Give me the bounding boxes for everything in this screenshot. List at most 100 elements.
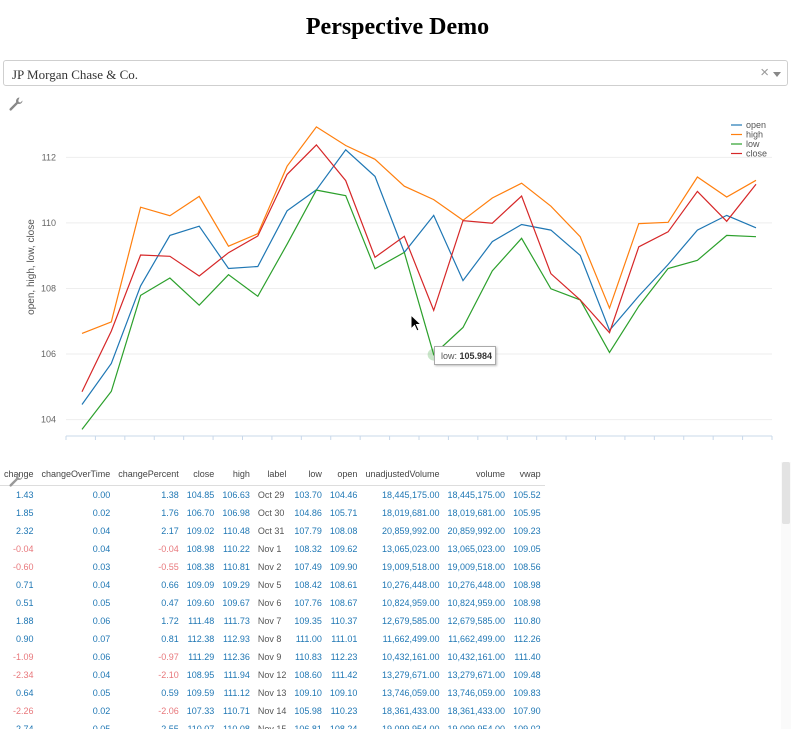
column-header-unadjustedVolume[interactable]: unadjustedVolume: [361, 462, 444, 486]
clear-icon[interactable]: ×: [760, 65, 769, 81]
cell-vwap: 109.23: [513, 526, 541, 536]
cell-open: 108.61: [329, 580, 358, 590]
table-row[interactable]: -1.09 0.06 -0.97 111.29 112.36 Nov 9 110.83 112…: [0, 648, 545, 666]
table-row[interactable]: 0.64 0.05 0.59 109.59 111.12 Nov 13 109.10 109.…: [0, 684, 545, 702]
table-row[interactable]: -0.04 0.04 -0.04 108.98 110.22 Nov 1 108.32 109…: [0, 540, 545, 558]
table-row[interactable]: -0.60 0.03 -0.55 108.38 110.81 Nov 2 107.49 109…: [0, 558, 545, 576]
column-header-changeOverTime[interactable]: changeOverTime: [37, 462, 115, 486]
cell-close: 108.98: [186, 544, 215, 554]
cell-label: Nov 5: [257, 580, 282, 590]
cell-changePercent: -0.97: [158, 652, 179, 662]
column-header-vwap[interactable]: vwap: [509, 462, 545, 486]
cell-unadjustedVolume: 12,679,585.00: [381, 616, 440, 626]
cell-high: 106.63: [222, 490, 250, 500]
cell-change: 2.74: [16, 724, 34, 729]
cell-changeOverTime: 0.02: [92, 706, 111, 716]
cell-label: Nov 1: [257, 544, 282, 554]
cell-change: 1.88: [16, 616, 34, 626]
column-header-low[interactable]: low: [290, 462, 326, 486]
chevron-down-icon[interactable]: [773, 72, 781, 77]
cell-close: 111.48: [188, 616, 215, 626]
cell-label: Nov 6: [257, 598, 282, 608]
cell-changeOverTime: 0.06: [92, 652, 111, 662]
cell-label: Nov 2: [257, 562, 282, 572]
table-row[interactable]: 0.71 0.04 0.66 109.09 109.29 Nov 5 108.42 108.6…: [0, 576, 545, 594]
series-line-open: [81, 148, 757, 405]
column-header-volume[interactable]: volume: [443, 462, 510, 486]
cell-label: Nov 15: [257, 724, 287, 729]
cell-open: 110.23: [330, 706, 358, 716]
cell-volume: 13,279,671.00: [447, 670, 506, 680]
tooltip-series: low:: [441, 351, 458, 361]
cell-label: Nov 9: [257, 652, 282, 662]
cell-volume: 19,099,954.00: [447, 724, 506, 729]
column-header-open[interactable]: open: [325, 462, 362, 486]
cell-low: 104.86: [294, 508, 322, 518]
column-header-label[interactable]: label: [253, 462, 291, 486]
y-axis-label: open, high, low, close: [26, 219, 37, 315]
cell-unadjustedVolume: 20,859,992.00: [381, 526, 440, 536]
cell-changeOverTime: 0.04: [92, 544, 111, 554]
grid-wrench-icon[interactable]: [8, 472, 24, 488]
cell-volume: 18,019,681.00: [447, 508, 506, 518]
cell-changePercent: 0.66: [161, 580, 179, 590]
cell-volume: 19,009,518.00: [447, 562, 506, 572]
cell-open: 108.67: [329, 598, 358, 608]
cell-changeOverTime: 0.02: [92, 508, 111, 518]
company-select[interactable]: JP Morgan Chase & Co. ×: [3, 60, 788, 86]
cell-low: 108.60: [294, 670, 322, 680]
table-row[interactable]: 0.51 0.05 0.47 109.60 109.67 Nov 6 107.76 108.6…: [0, 594, 545, 612]
cell-changePercent: 0.47: [161, 598, 179, 608]
cell-open: 110.37: [330, 616, 358, 626]
cell-volume: 10,824,959.00: [447, 598, 506, 608]
table-row[interactable]: 2.32 0.04 2.17 109.02 110.48 Oct 31 107.79 108.…: [0, 522, 545, 540]
table-row[interactable]: -2.26 0.02 -2.06 107.33 110.71 Nov 14 105.98 11…: [0, 702, 545, 720]
column-header-changePercent[interactable]: changePercent: [114, 462, 183, 486]
cell-change: 1.85: [16, 508, 34, 518]
table-row[interactable]: 1.88 0.06 1.72 111.48 111.73 Nov 7 109.35 110.3…: [0, 612, 545, 630]
cell-change: 0.71: [16, 580, 34, 590]
cell-unadjustedVolume: 11,662,499.00: [382, 634, 440, 644]
cell-unadjustedVolume: 18,361,433.00: [381, 706, 440, 716]
cell-low: 107.79: [294, 526, 322, 536]
cell-vwap: 105.52: [513, 490, 541, 500]
cell-unadjustedVolume: 13,746,059.00: [381, 688, 440, 698]
table-row[interactable]: -2.34 0.04 -2.10 108.95 111.94 Nov 12 108.60 11…: [0, 666, 545, 684]
table-row[interactable]: 0.90 0.07 0.81 112.38 112.93 Nov 8 111.00 111.0…: [0, 630, 545, 648]
cell-changePercent: 2.17: [161, 526, 179, 536]
cell-unadjustedVolume: 13,279,671.00: [381, 670, 440, 680]
cell-change: -1.09: [13, 652, 34, 662]
cell-change: 1.43: [16, 490, 34, 500]
cell-low: 109.10: [294, 688, 322, 698]
data-grid[interactable]: change changeOverTime changePercent close hi…: [0, 462, 545, 729]
column-header-high[interactable]: high: [218, 462, 254, 486]
cell-volume: 10,276,448.00: [447, 580, 506, 590]
table-row[interactable]: 1.85 0.02 1.76 106.70 106.98 Oct 30 104.86 105.…: [0, 504, 545, 522]
cell-open: 109.10: [329, 688, 358, 698]
cell-low: 105.98: [294, 706, 322, 716]
cell-change: 0.51: [16, 598, 34, 608]
cell-open: 111.42: [331, 670, 358, 680]
cell-changePercent: -2.10: [158, 670, 179, 680]
cell-high: 109.67: [222, 598, 250, 608]
price-line-chart[interactable]: 104 106 108 110 112 open, high, low, close ope…: [0, 110, 795, 450]
cell-open: 108.24: [329, 724, 358, 729]
cell-volume: 20,859,992.00: [447, 526, 506, 536]
cell-high: 111.12: [223, 688, 250, 698]
table-row[interactable]: 2.74 0.05 2.55 110.07 110.08 Nov 15 106.81 108.…: [0, 720, 545, 729]
legend-label-close: close: [746, 149, 767, 159]
cell-open: 112.23: [330, 652, 358, 662]
cell-changePercent: -0.55: [158, 562, 179, 572]
column-header-close[interactable]: close: [182, 462, 219, 486]
table-row[interactable]: 1.43 0.00 1.38 104.85 106.63 Oct 29 103.70 104.…: [0, 486, 545, 505]
cell-high: 110.08: [222, 724, 250, 729]
scrollbar-thumb[interactable]: [782, 462, 790, 524]
cell-unadjustedVolume: 10,276,448.00: [381, 580, 440, 590]
cell-close: 111.29: [188, 652, 215, 662]
cell-open: 105.71: [329, 508, 358, 518]
cell-open: 108.08: [329, 526, 358, 536]
cell-close: 112.38: [187, 634, 215, 644]
cell-low: 109.35: [294, 616, 322, 626]
cell-high: 111.94: [223, 670, 250, 680]
cell-vwap: 108.98: [513, 580, 541, 590]
